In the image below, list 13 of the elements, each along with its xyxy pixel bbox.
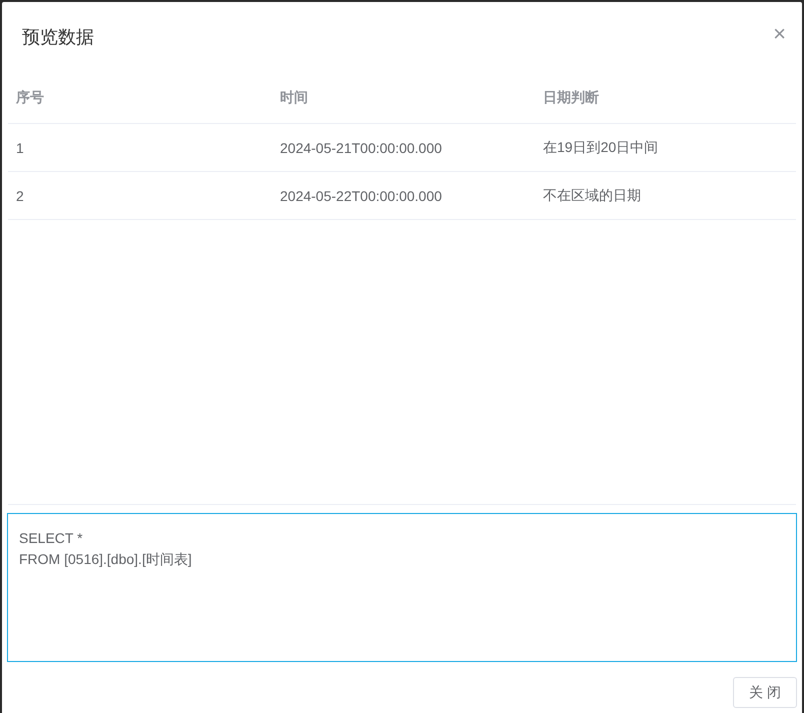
table-cell-text: 2 <box>15 188 25 204</box>
sql-editor[interactable]: SELECT * FROM [0516].[dbo].[时间表] <box>7 513 797 662</box>
table-cell-text: 在19日到20日中间 <box>542 138 660 156</box>
dialog-title: 预览数据 <box>22 26 94 49</box>
column-header: 日期判断 <box>542 88 600 106</box>
close-dialog-button[interactable]: 关 闭 <box>733 677 797 708</box>
table-cell-text: 1 <box>15 140 25 156</box>
column-header: 时间 <box>279 88 309 106</box>
table-cell-text: 2024-05-22T00:00:00.000 <box>279 188 443 204</box>
column-header: 序号 <box>15 88 45 106</box>
close-button[interactable]: × <box>773 23 786 45</box>
table-cell-text: 2024-05-21T00:00:00.000 <box>279 140 443 156</box>
table-cell-text: 不在区域的日期 <box>542 186 642 204</box>
